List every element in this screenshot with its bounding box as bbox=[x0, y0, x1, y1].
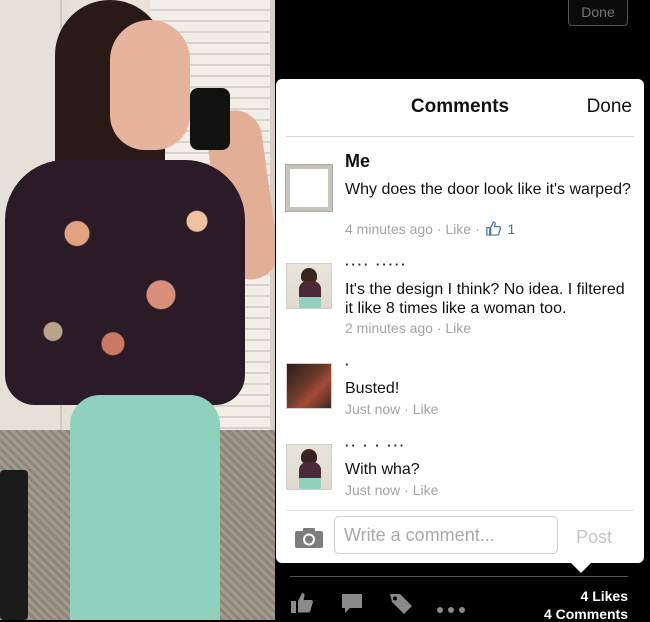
photo-bag bbox=[0, 470, 28, 620]
sheet-pointer bbox=[570, 562, 592, 573]
comments-done-button[interactable]: Done bbox=[587, 96, 632, 118]
comment-meta: Just now · Like bbox=[345, 482, 439, 498]
comment-time: 2 minutes ago bbox=[345, 320, 433, 336]
camera-icon[interactable] bbox=[294, 527, 324, 549]
header-divider bbox=[286, 136, 634, 137]
comment-text: It's the design I think? No idea. I filt… bbox=[345, 281, 625, 317]
more-dots-icon[interactable] bbox=[436, 601, 466, 619]
comment-time: Just now bbox=[345, 401, 401, 417]
tag-icon[interactable] bbox=[389, 592, 413, 619]
comment-author[interactable]: ···· ····· bbox=[345, 257, 408, 272]
compose-divider bbox=[286, 510, 634, 511]
like-link[interactable]: Like bbox=[413, 401, 439, 417]
avatar[interactable] bbox=[286, 444, 332, 490]
photo-floral-top bbox=[5, 160, 245, 405]
comment-author[interactable]: · bbox=[345, 357, 351, 372]
comment-meta: 2 minutes ago · Like bbox=[345, 320, 472, 336]
comment-author[interactable]: ·· · · ··· bbox=[345, 438, 406, 453]
comment-text: With wha? bbox=[345, 461, 420, 478]
comment-input[interactable] bbox=[334, 516, 558, 554]
avatar[interactable] bbox=[285, 164, 333, 212]
like-count: 1 bbox=[507, 221, 516, 237]
comments-sheet: Comments Done Me Why does the door look … bbox=[276, 79, 644, 563]
like-link[interactable]: Like bbox=[445, 221, 471, 237]
comment-meta: 4 minutes ago · Like · 1 bbox=[345, 221, 516, 239]
comment-time: 4 minutes ago bbox=[345, 221, 433, 237]
comments-header: Comments Done bbox=[276, 79, 644, 136]
comment-author[interactable]: Me bbox=[345, 151, 370, 172]
comment-text: Busted! bbox=[345, 380, 400, 397]
selfie-photo bbox=[0, 0, 275, 620]
bottom-bar-divider bbox=[290, 576, 628, 577]
like-thumb-icon[interactable] bbox=[290, 592, 314, 619]
like-link[interactable]: Like bbox=[445, 320, 471, 336]
photo-face bbox=[110, 20, 190, 150]
like-link[interactable]: Like bbox=[413, 482, 439, 498]
viewer-done-button[interactable]: Done bbox=[568, 0, 628, 26]
comment-meta: Just now · Like bbox=[345, 401, 439, 417]
comment-text: Why does the door look like it's warped? bbox=[345, 181, 631, 198]
likes-count[interactable]: 4 Likes bbox=[581, 588, 628, 604]
photo-phone bbox=[190, 88, 230, 150]
avatar[interactable] bbox=[286, 363, 332, 409]
post-button[interactable]: Post bbox=[576, 527, 612, 548]
comment-time: Just now bbox=[345, 482, 401, 498]
photo-jeans bbox=[70, 395, 220, 620]
comment-bubble-icon[interactable] bbox=[341, 592, 363, 619]
avatar[interactable] bbox=[286, 263, 332, 309]
thumbs-up-icon bbox=[485, 221, 501, 239]
